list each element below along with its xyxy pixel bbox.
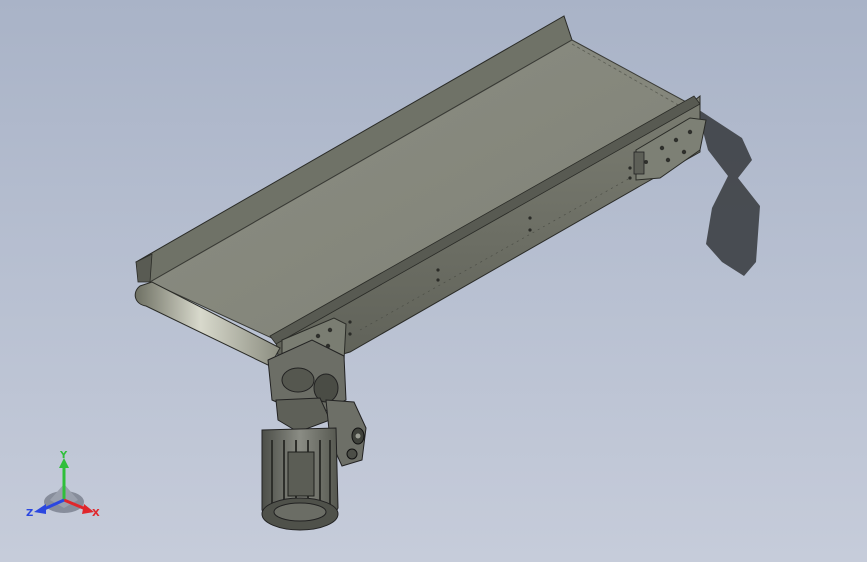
3d-viewport[interactable]: Y X Z bbox=[0, 0, 867, 562]
orientation-triad[interactable]: Y X Z bbox=[22, 448, 112, 528]
motor-terminal-box bbox=[287, 451, 315, 497]
x-axis-label: X bbox=[92, 508, 100, 519]
gearbox-flange bbox=[281, 367, 315, 393]
tail-tensioner bbox=[633, 151, 645, 175]
brake-knob-center bbox=[355, 433, 361, 439]
gearbox-body bbox=[275, 397, 331, 433]
z-axis-arrow-icon bbox=[34, 504, 46, 514]
conveyor-model[interactable] bbox=[0, 0, 867, 562]
back-wall-tip bbox=[135, 253, 153, 283]
z-axis-label: Z bbox=[26, 508, 33, 519]
brake-cap bbox=[346, 448, 358, 460]
y-axis-label: Y bbox=[59, 450, 68, 461]
motor-end-cap-inner bbox=[273, 502, 327, 522]
